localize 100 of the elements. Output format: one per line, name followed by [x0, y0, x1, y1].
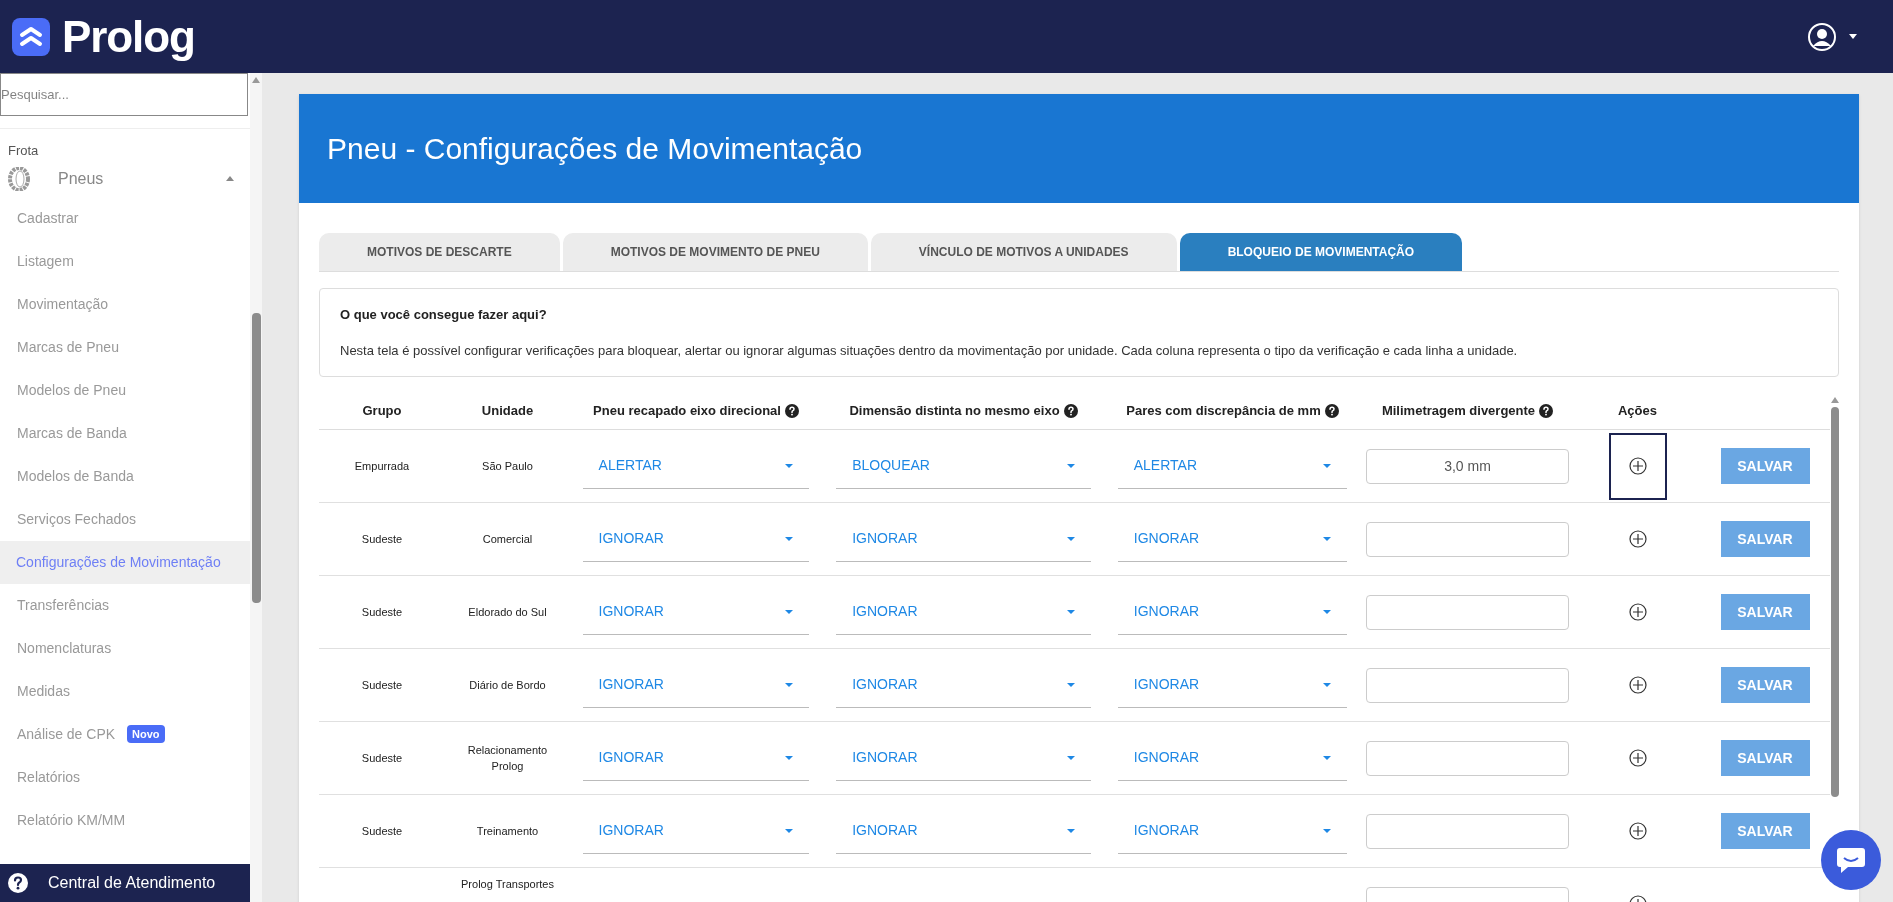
dropdown[interactable]: IGNORAR — [582, 735, 810, 781]
dropdown-caret-icon — [1323, 828, 1332, 833]
dropdown-caret-icon — [1066, 755, 1075, 760]
chat-icon — [1836, 846, 1866, 874]
page-title: Pneu - Configurações de Movimentação — [327, 131, 863, 167]
dropdown[interactable]: IGNORAR — [1117, 589, 1348, 635]
mm-input[interactable] — [1366, 740, 1569, 776]
sidebar-item[interactable]: Modelos de Pneu — [17, 379, 126, 401]
sidebar-item[interactable]: Relatórios — [17, 766, 81, 788]
sidebar-item[interactable]: Relatório KM/MM — [17, 809, 126, 831]
dropdown-caret-icon — [1323, 682, 1332, 687]
tire-icon — [8, 166, 30, 191]
dropdown[interactable]: IGNORAR — [836, 662, 1091, 708]
section-label: Frota — [7, 142, 40, 160]
column-header: Grupo — [362, 402, 402, 421]
column-header: Dimensão distinta no mesmo eixo — [849, 402, 1060, 421]
dropdown[interactable]: IGNORAR — [836, 589, 1091, 635]
dropdown[interactable]: IGNORAR — [836, 735, 1091, 781]
scroll-up-icon[interactable] — [252, 77, 260, 83]
save-button[interactable]: SALVAR — [1720, 594, 1810, 630]
help-icon[interactable] — [1324, 404, 1339, 418]
dropdown-caret-icon — [1323, 463, 1332, 468]
table-cell-text: Diário de Bordo — [468, 677, 547, 693]
dropdown[interactable]: IGNORAR — [1117, 662, 1348, 708]
sidebar-item[interactable]: Movimentação — [17, 293, 109, 315]
table-cell-text: Empurrada — [354, 458, 410, 474]
help-icon[interactable] — [1063, 404, 1078, 418]
add-button[interactable] — [1608, 432, 1667, 500]
save-button[interactable]: SALVAR — [1720, 740, 1810, 776]
sidebar-group[interactable]: Pneus — [0, 160, 250, 197]
add-icon — [1628, 676, 1647, 694]
table-cell-text: Sudeste — [361, 604, 403, 620]
help-icon[interactable] — [784, 404, 799, 418]
table-cell-text: São Paulo — [481, 458, 534, 474]
table-cell-text: Eldorado do Sul — [467, 604, 548, 620]
sidebar-item[interactable]: Modelos de Banda — [17, 465, 134, 487]
help-icon[interactable] — [1539, 404, 1554, 418]
tab[interactable]: BLOQUEIO DE MOVIMENTAÇÃO — [1179, 233, 1463, 271]
table-cell-text: Comercial — [481, 531, 534, 547]
mm-input[interactable] — [1366, 521, 1569, 557]
scrollbar-thumb[interactable] — [1830, 407, 1839, 797]
dropdown-caret-icon — [1323, 536, 1332, 541]
save-button[interactable]: SALVAR — [1720, 521, 1810, 557]
scroll-up-icon[interactable] — [1830, 397, 1839, 403]
sidebar-item[interactable]: Análise de CPK — [17, 723, 116, 745]
sidebar-item[interactable]: Cadastrar — [17, 207, 79, 229]
caret-icon[interactable] — [1849, 34, 1857, 39]
sidebar-item[interactable]: Transferências — [17, 594, 110, 616]
column-header: Ações — [1618, 402, 1657, 421]
chat-button[interactable] — [1821, 830, 1881, 890]
help-center-button[interactable]: Central de Atendimento — [0, 864, 250, 902]
dropdown[interactable]: IGNORAR — [836, 808, 1091, 854]
dropdown[interactable]: IGNORAR — [582, 808, 810, 854]
sidebar-item[interactable]: Nomenclaturas — [17, 637, 112, 659]
dropdown[interactable]: IGNORAR — [582, 662, 810, 708]
save-button[interactable]: SALVAR — [1720, 667, 1810, 703]
dropdown-caret-icon — [785, 755, 794, 760]
mm-input[interactable] — [1366, 594, 1569, 630]
logo-icon — [12, 17, 50, 56]
dropdown[interactable]: ALERTAR — [1117, 443, 1348, 489]
sidebar-item[interactable]: Serviços Fechados — [17, 508, 137, 530]
table-cell-text: Sudeste — [361, 823, 403, 839]
search-field[interactable]: Pesquisar... — [0, 73, 248, 116]
mm-input[interactable] — [1366, 667, 1569, 703]
mm-input[interactable] — [1366, 813, 1569, 849]
dropdown-caret-icon — [785, 682, 794, 687]
table-cell-text: Sudeste — [361, 531, 403, 547]
table-cell-text: Treinamento — [475, 823, 540, 839]
sidebar-item[interactable]: Marcas de Banda — [17, 422, 127, 444]
dropdown-caret-icon — [1323, 755, 1332, 760]
scrollbar-thumb[interactable] — [251, 313, 261, 603]
sidebar-item[interactable]: Medidas — [17, 680, 70, 702]
table-cell-text: Prolog Transportes — [460, 877, 555, 892]
info-title: O que você consegue fazer aqui? — [340, 306, 548, 324]
dropdown[interactable]: ALERTAR — [582, 443, 810, 489]
dropdown[interactable]: IGNORAR — [582, 589, 810, 635]
add-icon — [1628, 603, 1647, 621]
dropdown-caret-icon — [1066, 609, 1075, 614]
sidebar-item[interactable]: Listagem — [17, 250, 74, 272]
dropdown[interactable]: BLOQUEAR — [836, 443, 1091, 489]
dropdown-caret-icon — [1066, 828, 1075, 833]
mm-input[interactable]: 3,0 mm — [1366, 448, 1569, 484]
dropdown[interactable]: IGNORAR — [1117, 808, 1348, 854]
dropdown[interactable]: IGNORAR — [1117, 516, 1348, 562]
tab[interactable]: MOTIVOS DE DESCARTE — [319, 233, 560, 271]
dropdown[interactable]: IGNORAR — [1117, 735, 1348, 781]
table-cell-text: Sudeste — [361, 750, 403, 766]
dropdown[interactable]: IGNORAR — [582, 516, 810, 562]
save-button[interactable]: SALVAR — [1720, 448, 1810, 484]
dropdown-caret-icon — [1066, 463, 1075, 468]
column-header: Pares com discrepância de mm — [1126, 402, 1321, 421]
save-button[interactable]: SALVAR — [1720, 813, 1810, 849]
tab[interactable]: VÍNCULO DE MOTIVOS A UNIDADES — [870, 233, 1177, 271]
new-badge: Novo — [127, 724, 165, 744]
sidebar-item[interactable]: Marcas de Pneu — [17, 336, 119, 358]
table-cell-text: Relacionamento Prolog — [466, 742, 549, 774]
dropdown[interactable]: IGNORAR — [836, 516, 1091, 562]
info-text: Nesta tela é possível configurar verificações para bloquear, alertar ou ignorar algumas situações dentro da movimentação por unidade. Cada coluna representa o tipo da verificação e cada linha a unidade. — [340, 341, 1519, 360]
user-avatar-icon[interactable] — [1807, 21, 1837, 52]
tab[interactable]: MOTIVOS DE MOVIMENTO DE PNEU — [562, 233, 868, 271]
